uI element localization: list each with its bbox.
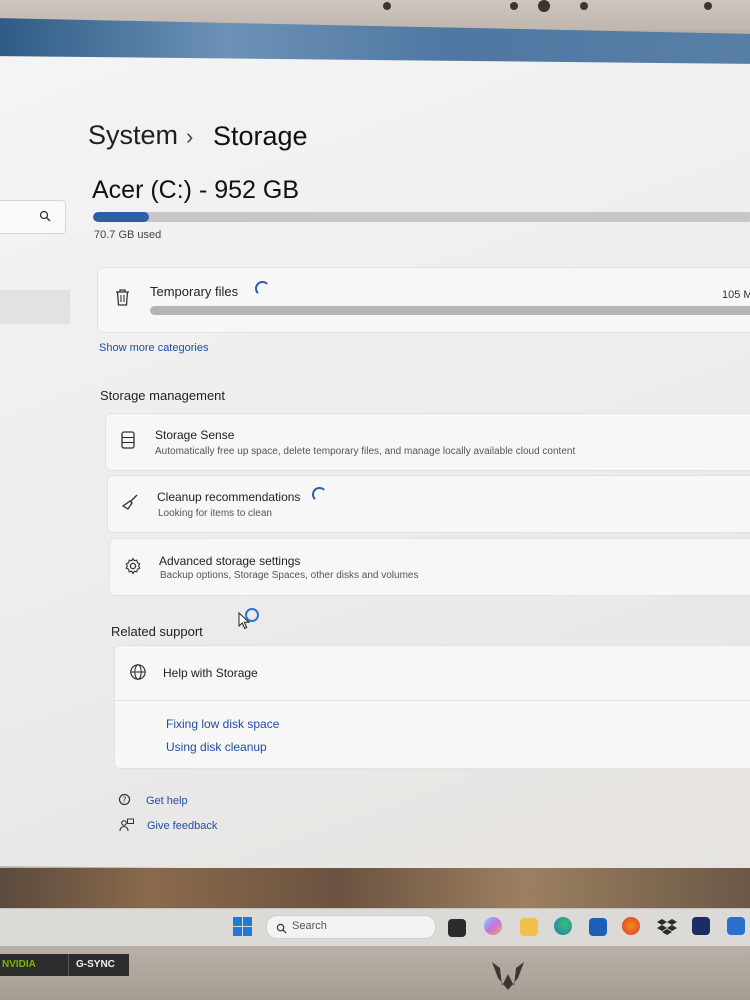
temporary-files-bar [150, 306, 750, 315]
drive-usage-fill [93, 212, 150, 222]
storage-sense-title: Storage Sense [155, 428, 235, 442]
dropbox-icon[interactable] [657, 918, 677, 941]
svg-text:?: ? [122, 795, 126, 804]
drive-usage-bar [93, 212, 750, 222]
storage-management-heading: Storage management [100, 388, 226, 403]
cleanup-recommendations-title: Cleanup recommendations [157, 490, 301, 504]
nvidia-label: NVIDIA [2, 959, 36, 970]
nvidia-badge: NVIDIA [0, 954, 68, 976]
edge-browser-icon[interactable] [554, 917, 572, 935]
divider [114, 700, 750, 701]
nav-search-box[interactable] [0, 200, 66, 234]
busy-cursor-icon [245, 608, 259, 622]
taskbar-search-placeholder: Search [292, 920, 327, 932]
bezel-dot [704, 2, 712, 10]
firefox-icon[interactable] [622, 917, 640, 935]
loading-spinner-icon [312, 487, 327, 502]
drive-title: Acer (C:) - 952 GB [92, 176, 299, 204]
temporary-files-size: 105 M [722, 289, 750, 301]
get-help-link[interactable]: Get help [146, 795, 188, 807]
page-title: Storage [213, 121, 308, 151]
file-explorer-icon[interactable] [520, 918, 538, 936]
app-icon[interactable] [692, 917, 710, 935]
broom-icon [121, 493, 139, 511]
task-view-icon[interactable] [448, 919, 466, 937]
help-with-storage-title[interactable]: Help with Storage [163, 666, 258, 680]
feedback-icon [119, 818, 134, 833]
give-feedback-link[interactable]: Give feedback [147, 820, 217, 832]
storage-drive-icon [121, 431, 135, 449]
search-icon [39, 210, 51, 222]
related-support-heading: Related support [111, 624, 203, 639]
help-icon: ? [118, 793, 133, 808]
app-icon[interactable] [727, 917, 745, 935]
cleanup-recommendations-subtitle: Looking for items to clean [158, 508, 272, 519]
fixing-low-disk-space-link[interactable]: Fixing low disk space [166, 717, 279, 731]
advanced-storage-settings-title: Advanced storage settings [159, 554, 301, 568]
storage-sense-subtitle: Automatically free up space, delete temp… [155, 446, 576, 457]
search-icon [276, 921, 287, 939]
show-more-categories-link[interactable]: Show more categories [99, 342, 208, 354]
gsync-label: G-SYNC [76, 959, 115, 970]
advanced-storage-settings-subtitle: Backup options, Storage Spaces, other di… [160, 570, 419, 581]
globe-icon [129, 663, 147, 681]
temporary-files-card[interactable] [97, 267, 750, 333]
gear-icon [124, 557, 142, 575]
drive-used-text: 70.7 GB used [94, 229, 162, 241]
loading-spinner-icon [255, 281, 270, 296]
predator-logo [490, 956, 526, 997]
bezel-dot [580, 2, 588, 10]
wallpaper-bottom [0, 868, 750, 910]
webcam [538, 0, 550, 12]
breadcrumb-system[interactable]: System [88, 120, 178, 151]
storage-sense-row[interactable] [105, 413, 750, 471]
temporary-files-label: Temporary files [150, 284, 239, 299]
bezel-dot [383, 2, 391, 10]
gsync-badge: G-SYNC [68, 954, 129, 976]
breadcrumb-separator: › [186, 124, 194, 149]
bezel-dot [510, 2, 518, 10]
copilot-icon[interactable] [484, 917, 502, 935]
nav-item-selected[interactable] [0, 290, 70, 324]
cleanup-recommendations-row[interactable] [107, 475, 750, 533]
windows-start-icon[interactable] [233, 917, 252, 941]
using-disk-cleanup-link[interactable]: Using disk cleanup [166, 740, 267, 754]
microsoft-store-icon[interactable] [589, 918, 607, 936]
trash-icon [114, 288, 131, 307]
